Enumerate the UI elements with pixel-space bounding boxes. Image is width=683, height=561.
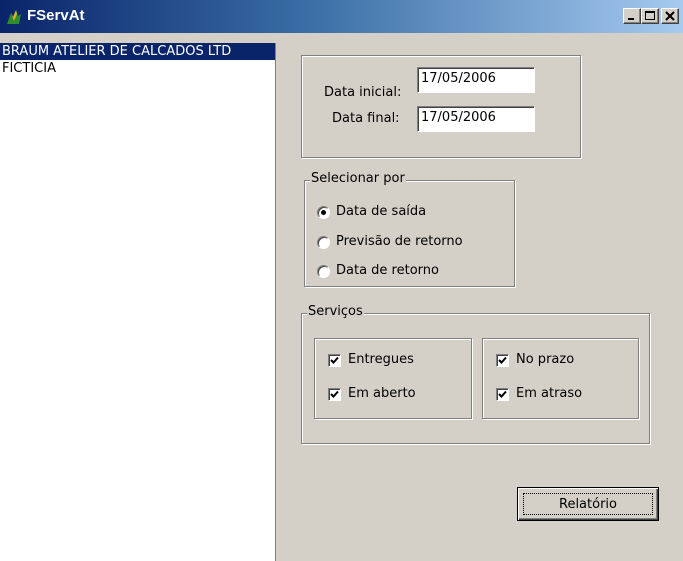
checkbox-em-atraso[interactable] <box>496 388 509 401</box>
company-listbox[interactable]: BRAUM ATELIER DE CALCADOS LTD FICTICIA <box>0 43 276 561</box>
radio-previsao-retorno[interactable] <box>317 236 330 249</box>
radio-label[interactable]: Previsão de retorno <box>336 234 463 250</box>
checkbox-no-prazo[interactable] <box>496 354 509 367</box>
select-by-group: Selecionar por Data de saída Previsão de… <box>304 171 515 287</box>
close-icon <box>665 11 675 21</box>
end-date-field[interactable]: 17/05/2006 <box>417 106 535 132</box>
close-button[interactable] <box>661 8 679 24</box>
checkbox-em-aberto[interactable] <box>328 388 341 401</box>
radio-selected-dot <box>321 210 326 215</box>
services-group: Serviços Entregues Em aberto No prazo Em… <box>301 304 650 444</box>
end-date-label: Data final: <box>332 111 400 126</box>
radio-label[interactable]: Data de saída <box>336 204 426 220</box>
minimize-button[interactable] <box>623 8 641 24</box>
maximize-icon <box>645 11 655 20</box>
maximize-button[interactable] <box>641 8 659 24</box>
select-by-legend: Selecionar por <box>310 171 406 187</box>
check-icon <box>330 390 339 398</box>
checkbox-label[interactable]: Em aberto <box>348 386 416 402</box>
checkbox-entregues[interactable] <box>328 354 341 367</box>
report-button[interactable]: Relatório <box>517 487 659 521</box>
app-icon[interactable] <box>5 8 23 26</box>
services-legend: Serviços <box>307 304 364 320</box>
radio-data-saida[interactable] <box>317 206 330 219</box>
list-item[interactable]: BRAUM ATELIER DE CALCADOS LTD <box>0 43 275 60</box>
checkbox-label[interactable]: No prazo <box>516 352 574 368</box>
start-date-label: Data inicial: <box>324 85 402 100</box>
checkbox-label[interactable]: Em atraso <box>516 386 582 402</box>
check-icon <box>330 356 339 364</box>
minimize-icon <box>628 18 634 20</box>
check-icon <box>498 390 507 398</box>
report-button-label: Relatório <box>523 493 653 515</box>
delivery-status-subpanel: Entregues Em aberto <box>314 338 472 419</box>
list-item[interactable]: FICTICIA <box>0 60 275 77</box>
check-icon <box>498 356 507 364</box>
window-title: FServAt <box>27 7 85 24</box>
deadline-status-subpanel: No prazo Em atraso <box>482 338 639 419</box>
radio-label[interactable]: Data de retorno <box>336 263 439 279</box>
checkbox-label[interactable]: Entregues <box>348 352 414 368</box>
radio-data-retorno[interactable] <box>317 265 330 278</box>
title-bar: FServAt <box>0 0 683 33</box>
date-range-panel: Data inicial: 17/05/2006 Data final: 17/… <box>301 55 581 158</box>
start-date-field[interactable]: 17/05/2006 <box>417 67 535 93</box>
